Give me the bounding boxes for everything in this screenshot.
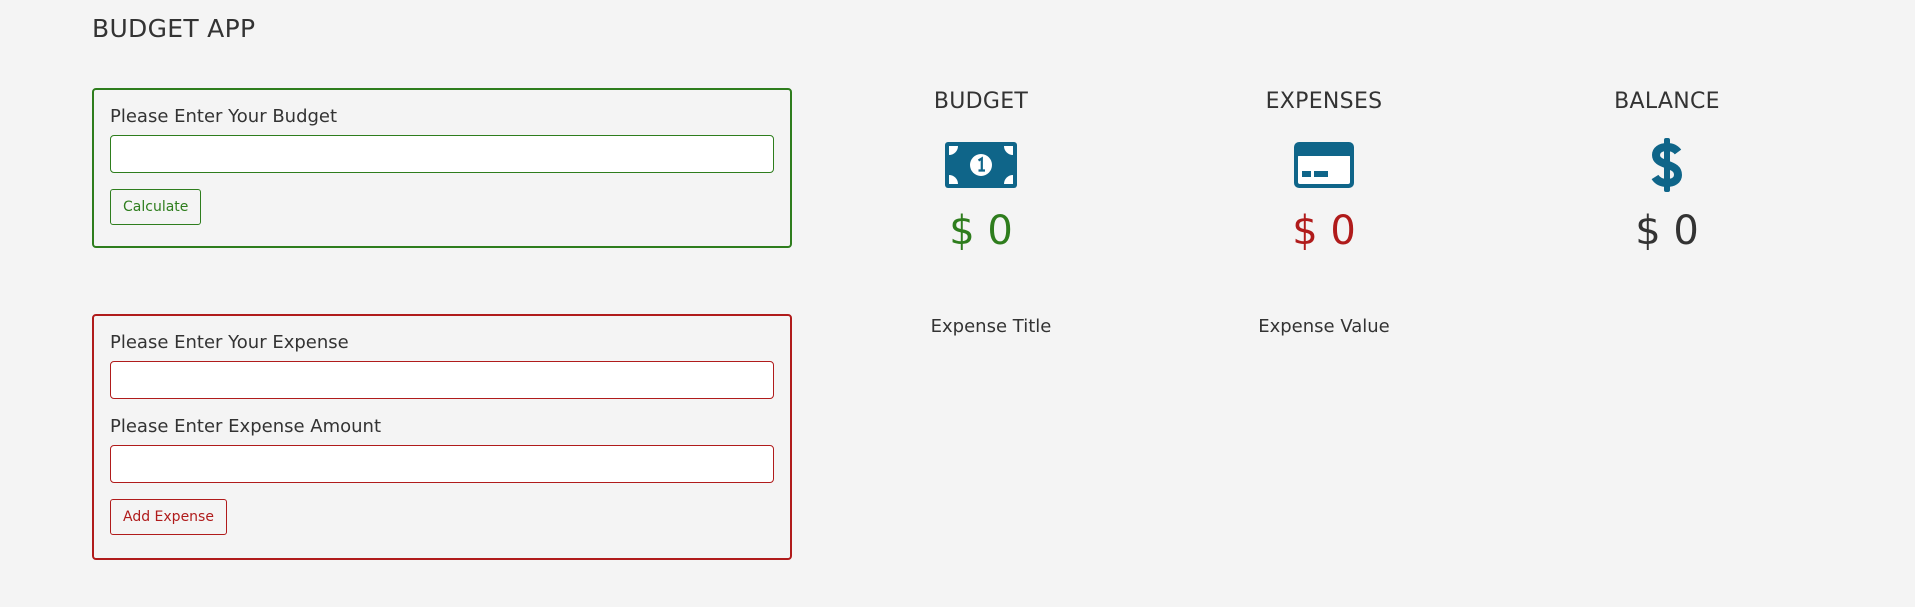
expenses-summary: EXPENSES $ 0 <box>1214 88 1434 254</box>
expense-title-label: Please Enter Your Expense <box>110 332 349 353</box>
add-expense-button[interactable]: Add Expense <box>110 499 227 535</box>
balance-amount: $ 0 <box>1635 208 1699 254</box>
balance-summary: BALANCE $ 0 <box>1557 88 1777 254</box>
money-bill-icon <box>871 138 1091 192</box>
expense-amount-input[interactable] <box>110 445 774 483</box>
budget-heading: BUDGET <box>933 89 1029 114</box>
expense-title-input[interactable] <box>110 361 774 399</box>
calculate-button[interactable]: Calculate <box>110 189 202 225</box>
expense-value-header: Expense Value <box>1258 316 1390 337</box>
expenses-heading: EXPENSES <box>1265 89 1383 114</box>
credit-card-icon <box>1214 138 1434 192</box>
budget-summary: BUDGET $ 0 <box>871 88 1091 254</box>
budget-form: Please Enter Your Budget Calculate <box>92 88 792 248</box>
dollar-sign-icon <box>1557 138 1777 192</box>
expense-form: Please Enter Your Expense Please Enter E… <box>92 314 792 560</box>
budget-input-label: Please Enter Your Budget <box>110 106 338 127</box>
balance-heading: BALANCE <box>1614 89 1720 114</box>
budget-input[interactable] <box>110 135 774 173</box>
expense-amount-label: Please Enter Expense Amount <box>110 416 382 437</box>
app-title: BUDGET APP <box>92 14 256 43</box>
budget-amount: $ 0 <box>949 208 1013 254</box>
expense-title-header: Expense Title <box>930 316 1052 337</box>
expenses-amount: $ 0 <box>1292 208 1356 254</box>
